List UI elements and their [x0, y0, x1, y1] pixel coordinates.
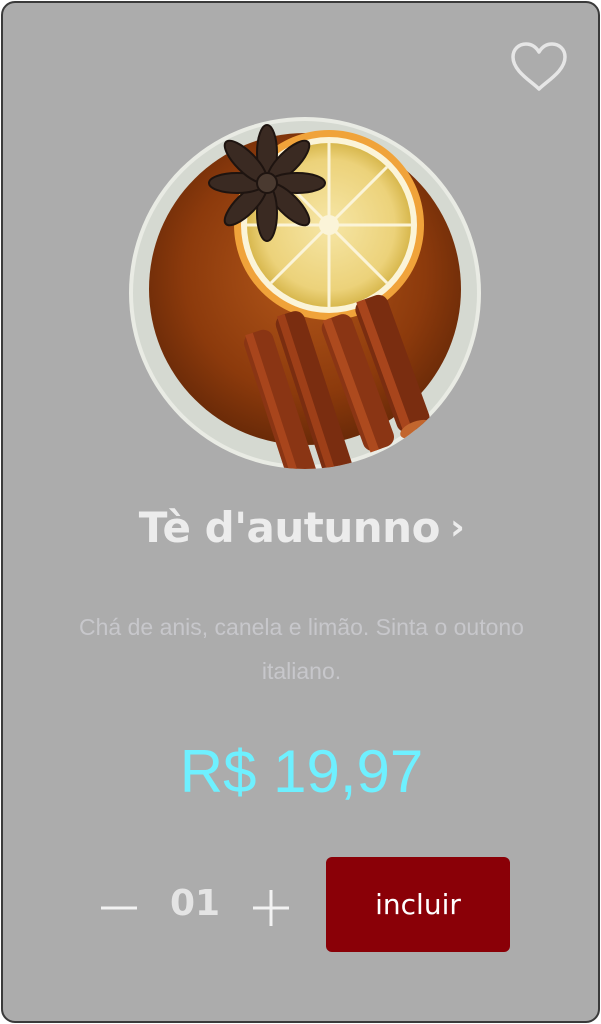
- add-to-cart-button[interactable]: incluir: [326, 857, 510, 952]
- plus-icon[interactable]: [251, 888, 291, 928]
- product-image: [129, 117, 481, 469]
- product-description: Chá de anis, canela e limão. Sinta o out…: [79, 614, 524, 684]
- heart-icon[interactable]: [509, 41, 569, 93]
- chevron-right-icon: ›: [449, 507, 465, 548]
- minus-icon[interactable]: [99, 888, 139, 928]
- product-card: Tè d'autunno › Chá de anis, canela e limã…: [1, 1, 600, 1023]
- quantity-value: 01: [169, 883, 221, 924]
- product-price: R$ 19,97: [179, 738, 424, 805]
- product-title: Tè d'autunno: [138, 503, 441, 552]
- product-title-link[interactable]: Tè d'autunno ›: [3, 503, 598, 552]
